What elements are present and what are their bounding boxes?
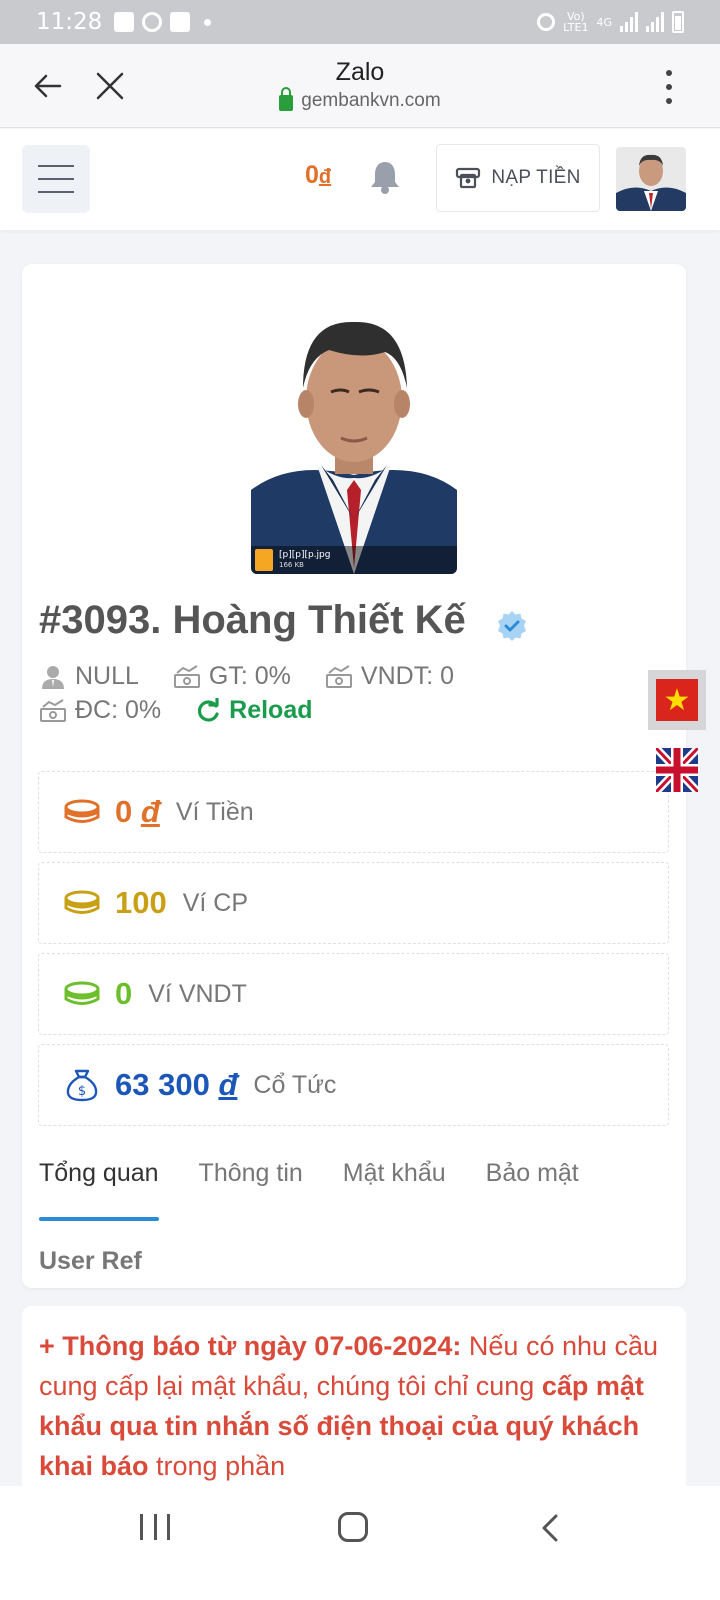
profile-card: [p][p][p.jpg 166 KB #3093. Hoàng Thiết Kế… <box>22 264 686 1288</box>
coin-icon <box>64 890 100 914</box>
money-icon <box>173 664 200 688</box>
image-icon <box>114 12 135 32</box>
hamburger-icon[interactable] <box>22 145 90 213</box>
user-icon <box>42 665 64 689</box>
profile-photo: [p][p][p.jpg 166 KB <box>251 300 457 574</box>
avatar[interactable] <box>616 147 686 211</box>
nav-back-icon[interactable] <box>538 1514 562 1542</box>
money-icon <box>325 664 352 688</box>
photo-file-name: [p][p][p.jpg <box>279 550 331 560</box>
status-right: Vo) LTE1 4G <box>537 11 684 33</box>
notice-card: + Thông báo từ ngày 07-06-2024: Nếu có n… <box>22 1306 686 1496</box>
browser-url[interactable]: gembankvn.com <box>0 87 720 112</box>
flag-uk-icon <box>656 748 698 792</box>
notice-heading: + Thông báo từ ngày 07-06-2024: <box>39 1331 462 1361</box>
tab-security[interactable]: Bảo mật <box>486 1159 579 1221</box>
battery-icon <box>672 11 684 33</box>
bell-icon[interactable] <box>368 159 402 195</box>
home-icon[interactable] <box>338 1512 368 1542</box>
wallet-vndt[interactable]: 0 Ví VNDT <box>38 953 669 1035</box>
status-bar: 11:28 Vo) LTE1 4G <box>0 0 720 44</box>
more-notifications-dot-icon <box>204 18 212 26</box>
money-bag-icon: $ <box>66 1069 98 1102</box>
vndt-value: VNDT: 0 <box>360 662 454 690</box>
wallet-amount: 0 <box>115 976 133 1011</box>
tab-password[interactable]: Mật khẩu <box>343 1159 446 1221</box>
deposit-button[interactable]: NẠP TIỀN <box>436 144 600 212</box>
facebook-icon <box>170 12 191 32</box>
language-vn-button[interactable]: ★ <box>648 670 706 730</box>
vndt-item: VNDT: 0 <box>325 662 454 691</box>
browser-title: Zalo <box>335 58 385 86</box>
coin-icon <box>64 981 100 1005</box>
svg-text:$: $ <box>78 1084 86 1099</box>
flag-vn-icon: ★ <box>656 679 698 721</box>
sync-icon <box>142 12 163 32</box>
rank-item: NULL <box>39 662 139 691</box>
language-en-button[interactable] <box>648 740 706 800</box>
notice-text-2: trong phần <box>148 1451 286 1481</box>
gt-value: GT: 0% <box>208 662 291 690</box>
url-text: gembankvn.com <box>301 90 441 111</box>
system-nav-bar <box>0 1486 720 1600</box>
status-time: 11:28 <box>36 9 103 35</box>
wallet-money[interactable]: 0 đ Ví Tiền <box>38 771 669 853</box>
wallet-label: Ví VNDT <box>148 979 247 1008</box>
signal-1-icon <box>620 12 638 32</box>
network-type: 4G <box>596 15 612 29</box>
site-header: 0đ NẠP TIỀN <box>0 129 720 230</box>
meta-row-1: NULL GT: 0% VNDT: 0 <box>39 662 488 691</box>
money-icon <box>40 698 66 722</box>
wallet-dividend[interactable]: $ 63 300 đ Cổ Tức <box>38 1044 669 1126</box>
dc-item: ĐC: 0% <box>39 696 161 725</box>
meta-row-2: ĐC: 0% Reload <box>39 696 347 725</box>
recent-apps-icon[interactable] <box>140 1514 170 1540</box>
wallet-amount: 100 <box>115 885 167 920</box>
wallet-label: Ví Tiền <box>175 797 254 826</box>
notification-icons <box>114 12 212 32</box>
dc-value: ĐC: 0% <box>75 696 162 724</box>
coin-icon <box>64 799 100 823</box>
data-saver-icon <box>537 13 556 31</box>
photo-file-size: 166 KB <box>279 561 304 569</box>
wallet-icon <box>456 167 481 189</box>
photo-file-tag: [p][p][p.jpg 166 KB <box>251 546 457 574</box>
verified-icon <box>498 611 526 641</box>
lock-icon <box>279 87 294 111</box>
wallet-label: Cổ Tức <box>253 1070 337 1099</box>
reload-icon <box>198 697 219 722</box>
wallet-cp[interactable]: 100 Ví CP <box>38 862 669 944</box>
wallet-label: Ví CP <box>182 888 249 917</box>
volte-indicator: Vo) LTE1 <box>563 10 589 34</box>
rank-value: NULL <box>75 662 139 690</box>
file-icon <box>255 549 273 571</box>
wallet-amount: 0 đ <box>115 794 160 829</box>
gt-item: GT: 0% <box>173 662 291 691</box>
user-name: #3093. Hoàng Thiết Kế <box>39 598 466 642</box>
tab-info[interactable]: Thông tin <box>199 1159 303 1221</box>
more-vert-icon[interactable] <box>664 70 674 104</box>
header-balance: 0đ <box>305 161 332 189</box>
reload-label: Reload <box>229 696 313 724</box>
signal-2-icon <box>646 12 664 32</box>
browser-bar: Zalo gembankvn.com <box>0 44 720 128</box>
tab-user-ref[interactable]: User Ref <box>39 1247 142 1276</box>
deposit-label: NẠP TIỀN <box>491 167 581 188</box>
tab-overview[interactable]: Tổng quan <box>39 1159 159 1221</box>
wallet-amount: 63 300 đ <box>115 1067 238 1102</box>
reload-button[interactable]: Reload <box>195 696 313 725</box>
profile-tabs: Tổng quan Thông tin Mật khẩu Bảo mật <box>39 1159 669 1221</box>
